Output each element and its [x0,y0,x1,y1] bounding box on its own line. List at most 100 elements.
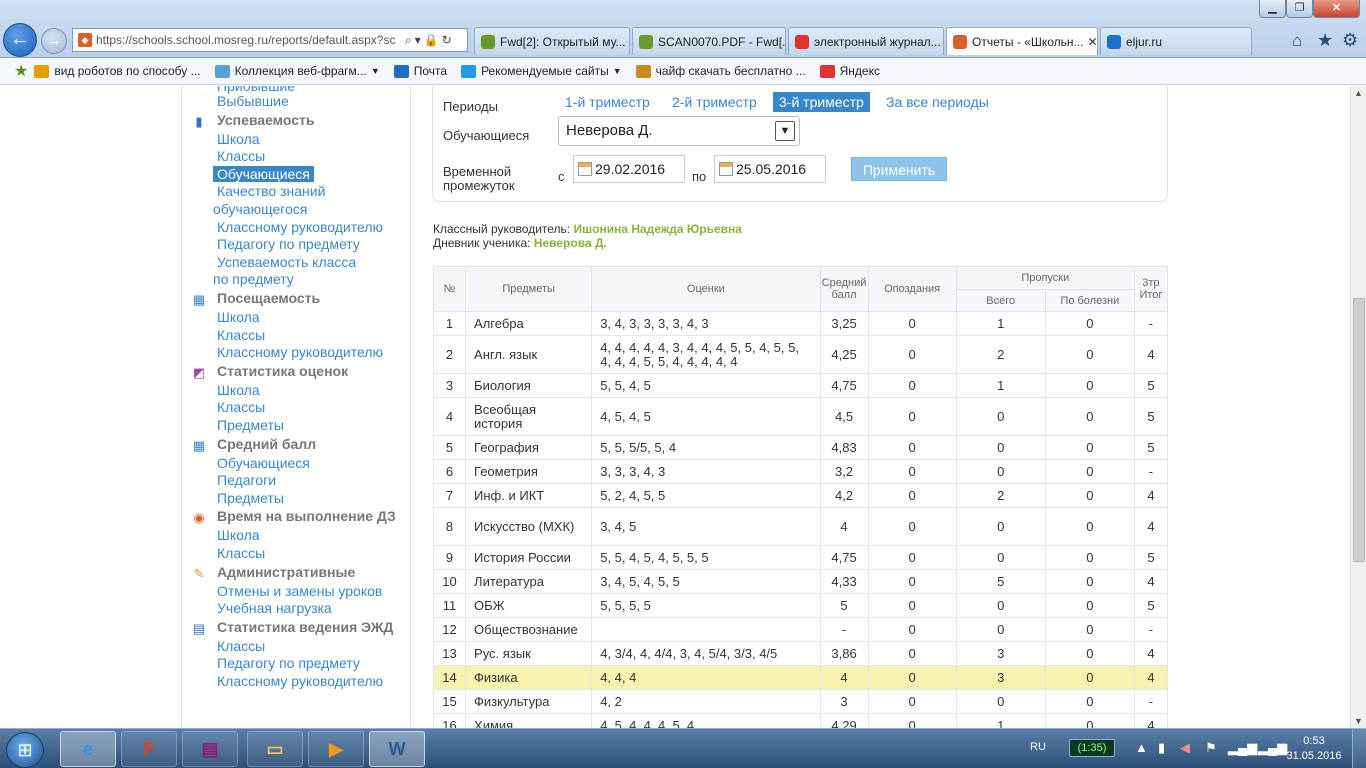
word-icon[interactable]: W [369,731,425,767]
favorite-dropdown-icon[interactable]: ▼ [371,66,380,76]
explorer-icon[interactable]: ▭ [247,731,303,767]
minimize-button[interactable]: ▁ [1259,0,1286,18]
dropdown-icon[interactable]: ▾ [415,33,421,47]
sidebar-link[interactable]: Педагоги [217,472,276,488]
table-row[interactable]: 14 Физика 4, 4, 440304 [432,665,1169,690]
sidebar-link[interactable]: Классному руководителю [217,344,383,360]
sidebar-link[interactable]: Школа [217,527,260,543]
table-row[interactable]: 10 Литература 3, 4, 5, 4, 5, 5 4,33 0 5 0 4 [432,569,1169,594]
sidebar-link[interactable]: Классы [217,148,265,164]
favorite-dropdown-icon[interactable]: ▼ [613,66,622,76]
maximize-button[interactable]: ❐ [1286,0,1313,18]
sidebar-link[interactable]: Обучающиеся [213,165,314,182]
winrar-icon[interactable]: ▤ [182,731,238,767]
search-icon[interactable]: ⌕ [405,33,412,48]
period-tab[interactable]: За все периоды [880,92,995,112]
scroll-up-icon[interactable]: ▲ [1354,88,1363,98]
chevron-down-icon[interactable]: ▼ [775,121,795,141]
sidebar-link[interactable]: Классы [217,638,265,654]
student-select[interactable]: Неверова Д. ▼ [558,116,800,146]
favorite-link[interactable]: Рекомендуемые сайты ▼ [461,64,622,78]
sidebar-link[interactable]: Предметы [217,417,284,433]
back-button[interactable]: ← [3,23,37,57]
table-row[interactable]: 2 Англ. язык 4, 4, 4, 4, 4, 3, 4, 4, 4, 5,… [432,335,1169,374]
table-row[interactable]: 8 Искусство (МХК) 3, 4, 540004 [432,507,1169,546]
period-tab[interactable]: 2-й триместр [666,92,763,112]
sidebar-link[interactable]: Педагогу по предмету [217,236,360,252]
browser-tab[interactable]: Отчеты - «Школьн... ✕ [946,27,1098,55]
sidebar-link[interactable]: Обучающиеся [217,455,310,471]
battery-indicator[interactable]: (1:35) [1069,739,1115,757]
page-scrollbar[interactable]: ▲ ▼ [1350,86,1366,728]
settings-gear-icon[interactable]: ⚙ [1342,30,1358,51]
teacher-name[interactable]: Ишонина Надежда Юрьевна [573,222,742,236]
favorites-star-icon[interactable]: ★ [1317,30,1333,51]
browser-tab[interactable]: Fwd[2]: Открытый му... [474,27,630,55]
sidebar-link[interactable]: Успеваемость класса [217,254,356,270]
date-from-field[interactable]: 29.02.2016 [573,155,685,183]
table-row[interactable]: 12 Обществознание -0 0 0- [432,617,1169,642]
sidebar-link[interactable]: Классы [217,545,265,561]
start-button[interactable]: ⊞ [6,732,44,768]
network-signal-icon-2[interactable]: ▂▄▆ [1258,740,1287,756]
favorite-link[interactable]: вид роботов по способу ... [34,64,201,78]
browser-tab[interactable]: SCAN0070.PDF - Fwd[... [632,27,786,55]
period-tab[interactable]: 1-й триместр [559,92,656,112]
favorite-link[interactable]: Яндекс [819,64,880,78]
table-row[interactable]: 3 Биология 5, 5, 4, 5 4,75 0 1 0 5 [432,373,1169,398]
diary-student-name[interactable]: Неверова Д. [534,236,607,250]
table-row[interactable]: 15 Физкультура 4, 23000- [432,689,1169,714]
refresh-icon[interactable]: ↻ [442,33,452,47]
calendar-icon[interactable] [719,162,733,176]
browser-tab[interactable]: электронный журнал... [788,27,944,55]
lock-icon[interactable]: 🔒 [424,33,439,47]
sidebar-link[interactable]: Педагогу по предмету [217,655,360,671]
table-row[interactable]: 5 География 5, 5, 5/5, 5, 4 4,83 0 0 0 5 [432,435,1169,460]
period-tab[interactable]: 3-й триместр [773,92,870,112]
language-indicator[interactable]: RU [1030,741,1046,753]
flag-icon[interactable]: ⚑ [1205,740,1217,756]
date-to-field[interactable]: 25.05.2016 [714,155,826,183]
sidebar-link[interactable]: Отмены и замены уроков [217,583,382,599]
table-row[interactable]: 16 Химия 4, 5, 4, 4, 4, 5, 4 4,29 0 1 0 4 [432,713,1169,728]
clock[interactable]: 0:53 31.05.2016 [1284,734,1344,764]
sidebar-link[interactable]: Предметы [217,490,284,506]
table-row[interactable]: 7 Инф. и ИКТ 5, 2, 4, 5, 5 4,2 0 2 0 4 [432,483,1169,508]
sidebar-link[interactable]: Выбывшие [217,93,289,109]
favorite-link[interactable]: Почта [393,64,447,78]
tab-close-icon[interactable]: ✕ [1084,35,1098,49]
table-row[interactable]: 1 Алгебра 3, 4, 3, 3, 3, 3, 4, 3 3,25 0 1 0- [432,311,1169,336]
calendar-icon[interactable] [578,162,592,176]
sidebar-link[interactable]: Школа [217,309,260,325]
show-desktop-button[interactable] [1352,729,1366,768]
sidebar-link[interactable]: Школа [217,131,260,147]
url-text[interactable]: https://schools.school.mosreg.ru/reports… [96,33,402,47]
show-hidden-icons-icon[interactable]: ▲ [1135,740,1148,755]
sidebar-link[interactable]: Школа [217,382,260,398]
scroll-down-icon[interactable]: ▼ [1354,716,1363,726]
sidebar-link[interactable]: Классному руководителю [217,219,383,235]
media-player-icon[interactable]: ▶ [308,731,364,767]
table-row[interactable]: 9 История России 5, 5, 4, 5, 4, 5, 5, 5 4,7… [432,545,1169,570]
apply-button[interactable]: Применить [851,157,947,181]
ie-icon[interactable]: e [60,731,116,767]
favorite-link[interactable]: Коллекция веб-фрагм... ▼ [214,64,380,78]
network-signal-icon[interactable]: ▂▄▆ [1228,740,1257,756]
powerpoint-icon[interactable]: P [121,731,177,767]
sidebar-link[interactable]: по предмету [213,271,294,287]
sidebar-link[interactable]: Классы [217,399,265,415]
add-favorite-star-icon[interactable]: ★ [14,61,28,81]
scroll-thumb[interactable] [1353,298,1365,562]
sidebar-link[interactable]: обучающегося [213,201,307,217]
table-row[interactable]: 4 Всеобщая история 4, 5, 4, 5 4,5 0 0 0 5 [432,397,1169,436]
table-row[interactable]: 13 Рус. язык 4, 3/4, 4, 4/4, 3, 4, 5/4, 3/… [432,641,1169,666]
volume-muted-icon[interactable]: ◀ [1180,740,1190,756]
favorite-link[interactable]: чайф скачать бесплатно ... [635,64,806,78]
sidebar-link[interactable]: Классы [217,327,265,343]
sidebar-link[interactable]: Учебная нагрузка [217,600,332,616]
home-icon[interactable]: ⌂ [1292,31,1302,51]
table-row[interactable]: 6 Геометрия 3, 3, 3, 4, 3 3,2 0 0 0- [432,459,1169,484]
sidebar-link[interactable]: Классному руководителю [217,673,383,689]
table-row[interactable]: 11 ОБЖ 5, 5, 5, 550005 [432,593,1169,618]
power-icon[interactable]: ▮ [1158,740,1165,756]
